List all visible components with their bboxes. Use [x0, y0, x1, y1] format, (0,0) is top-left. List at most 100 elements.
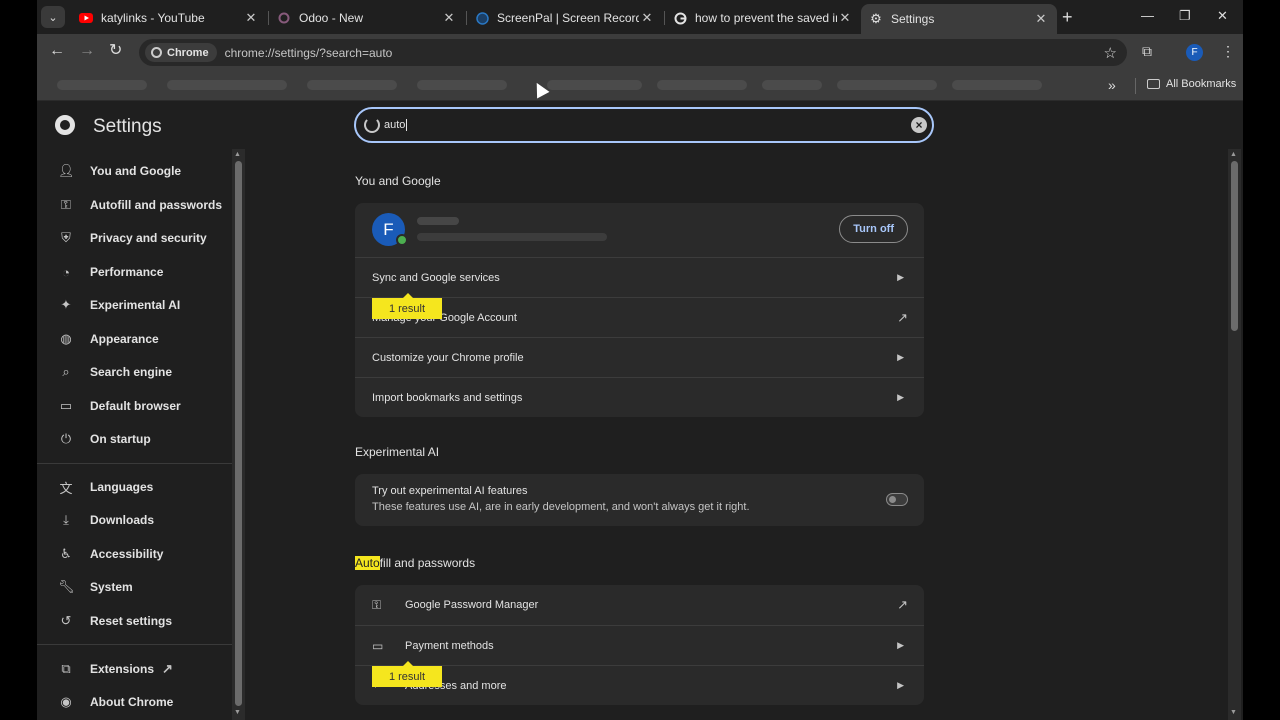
- scrollbar-thumb[interactable]: [235, 161, 242, 706]
- close-icon[interactable]: ✕: [441, 10, 457, 26]
- sidebar-item-label: Performance: [90, 265, 164, 279]
- scroll-up-icon[interactable]: ▲: [1230, 151, 1237, 158]
- bookmark-item[interactable]: [762, 80, 822, 90]
- sidebar-item-search-engine[interactable]: ⌕ Search engine: [37, 357, 232, 387]
- bookmark-item[interactable]: [167, 80, 287, 90]
- redacted-name: [417, 217, 459, 225]
- section-title-experimental-ai: Experimental AI: [355, 445, 440, 459]
- forward-button[interactable]: →: [79, 43, 95, 59]
- tab-search-button[interactable]: ⌄: [41, 6, 65, 28]
- settings-search-input[interactable]: auto ×: [354, 107, 934, 143]
- sidebar-item-privacy[interactable]: ⛨ Privacy and security: [37, 223, 232, 253]
- tab-title: katylinks - YouTube: [101, 11, 205, 25]
- sidebar-item-languages[interactable]: 文 Languages: [37, 472, 232, 502]
- experimental-ai-toggle[interactable]: [886, 493, 908, 506]
- experimental-ai-row[interactable]: Try out experimental AI features These f…: [355, 474, 924, 526]
- settings-gear-icon: ⚙: [870, 11, 882, 26]
- chevron-right-icon: ▶: [897, 680, 904, 690]
- close-icon[interactable]: ✕: [1033, 11, 1049, 27]
- bookmark-item[interactable]: [837, 80, 937, 90]
- password-manager-row[interactable]: ⚿ Google Password Manager ↗: [355, 585, 924, 625]
- tab-screenpal[interactable]: ScreenPal | Screen Recorder & ✕: [467, 4, 663, 32]
- reload-button[interactable]: ↻: [109, 43, 122, 59]
- sidebar-item-label: Default browser: [90, 399, 181, 413]
- import-bookmarks-row[interactable]: Import bookmarks and settings ▶: [355, 377, 924, 417]
- odoo-icon: [277, 11, 291, 25]
- palette-icon: ◍: [60, 331, 72, 346]
- bookmark-item[interactable]: [952, 80, 1042, 90]
- url-text[interactable]: chrome://settings/?search=auto: [225, 46, 393, 60]
- tab-google-search[interactable]: how to prevent the saved infor ✕: [665, 4, 861, 32]
- close-icon[interactable]: ✕: [639, 10, 655, 26]
- sidebar-scrollbar[interactable]: ▲ ▼: [232, 149, 245, 720]
- scroll-down-icon[interactable]: ▼: [1230, 709, 1237, 716]
- bookmark-star-icon[interactable]: ☆: [1104, 44, 1117, 62]
- person-icon: 👤︎: [58, 163, 75, 178]
- bookmark-item[interactable]: [657, 80, 747, 90]
- minimize-button[interactable]: —: [1141, 8, 1154, 23]
- close-icon[interactable]: ✕: [243, 10, 259, 26]
- sidebar-item-downloads[interactable]: ⤓ Downloads: [37, 505, 232, 535]
- clear-search-icon[interactable]: ×: [911, 117, 927, 133]
- tab-settings[interactable]: ⚙ Settings ✕: [861, 4, 1057, 34]
- all-bookmarks-label: All Bookmarks: [1166, 78, 1237, 90]
- close-window-button[interactable]: ✕: [1217, 8, 1228, 24]
- payment-methods-row[interactable]: ▭ Payment methods ▶: [355, 625, 924, 665]
- chevron-double-right-icon[interactable]: »: [1108, 77, 1116, 93]
- tab-youtube[interactable]: katylinks - YouTube ✕: [71, 4, 267, 32]
- scroll-down-icon[interactable]: ▼: [234, 709, 241, 716]
- sidebar-item-performance[interactable]: ◔ Performance: [37, 257, 232, 287]
- address-bar[interactable]: Chrome chrome://settings/?search=auto ☆: [139, 39, 1127, 66]
- bookmarks-divider: [1135, 78, 1136, 94]
- tab-title: Settings: [891, 12, 935, 26]
- sidebar-item-experimental-ai[interactable]: ✦ Experimental AI: [37, 290, 232, 320]
- main-scrollbar[interactable]: ▲ ▼: [1228, 149, 1241, 720]
- accessibility-icon: ♿︎: [60, 546, 72, 561]
- sidebar-item-appearance[interactable]: ◍ Appearance: [37, 324, 232, 354]
- folder-icon: [1147, 79, 1160, 89]
- sidebar-item-label: Search engine: [90, 365, 173, 379]
- translate-icon: 文: [59, 480, 73, 496]
- restore-button[interactable]: ❐: [1179, 8, 1191, 24]
- bookmark-item[interactable]: [57, 80, 147, 90]
- bookmark-item[interactable]: [547, 80, 642, 90]
- row-label: Customize your Chrome profile: [372, 351, 524, 364]
- sidebar-item-you-and-google[interactable]: 👤︎ You and Google: [37, 156, 232, 186]
- result-count: 1 result: [388, 302, 426, 315]
- site-info-chip[interactable]: Chrome: [145, 43, 217, 62]
- sync-and-google-services-row[interactable]: Sync and Google services ▶: [355, 257, 924, 297]
- sidebar-item-system[interactable]: 🔧︎ System: [37, 572, 232, 602]
- row-description: These features use AI, are in early deve…: [372, 501, 750, 513]
- more-menu-icon[interactable]: ⋮: [1221, 43, 1235, 60]
- back-button[interactable]: ←: [49, 43, 65, 59]
- customize-chrome-profile-row[interactable]: Customize your Chrome profile ▶: [355, 337, 924, 377]
- profile-avatar-button[interactable]: F: [1186, 44, 1203, 61]
- scrollbar-thumb[interactable]: [1231, 161, 1238, 331]
- sidebar-item-autofill[interactable]: ⚿ Autofill and passwords: [37, 190, 232, 220]
- row-label: Payment methods: [405, 639, 494, 652]
- bookmark-item[interactable]: [307, 80, 397, 90]
- sidebar-item-label: You and Google: [90, 164, 182, 178]
- chrome-icon: [151, 47, 162, 58]
- close-icon[interactable]: ✕: [837, 10, 853, 26]
- sidebar-item-default-browser[interactable]: ▭ Default browser: [37, 391, 232, 421]
- sidebar-item-label: Experimental AI: [90, 298, 181, 312]
- reload-icon: ↻: [109, 42, 123, 59]
- sidebar-item-reset-settings[interactable]: ↺ Reset settings: [37, 606, 232, 636]
- sidebar-item-accessibility[interactable]: ♿︎ Accessibility: [37, 539, 232, 569]
- sidebar-item-on-startup[interactable]: ⏻ On startup: [37, 424, 232, 454]
- extensions-puzzle-icon[interactable]: ⧉: [1142, 43, 1152, 60]
- screenpal-icon: [475, 11, 489, 25]
- search-query-text[interactable]: auto: [384, 119, 408, 131]
- tab-odoo[interactable]: Odoo - New ✕: [269, 4, 465, 32]
- sidebar-item-extensions[interactable]: ⧉ Extensions ↗: [37, 654, 232, 684]
- new-tab-button[interactable]: +: [1062, 8, 1073, 26]
- turn-off-sync-button[interactable]: Turn off: [839, 215, 908, 243]
- all-bookmarks-button[interactable]: All Bookmarks: [1147, 78, 1236, 90]
- scroll-up-icon[interactable]: ▲: [234, 151, 241, 158]
- chevron-down-icon: ⌄: [48, 11, 58, 24]
- bookmark-item[interactable]: [417, 80, 507, 90]
- minimize-icon: —: [1141, 8, 1154, 23]
- chip-label: Chrome: [167, 46, 209, 59]
- sidebar-item-about-chrome[interactable]: ◉ About Chrome: [37, 687, 232, 717]
